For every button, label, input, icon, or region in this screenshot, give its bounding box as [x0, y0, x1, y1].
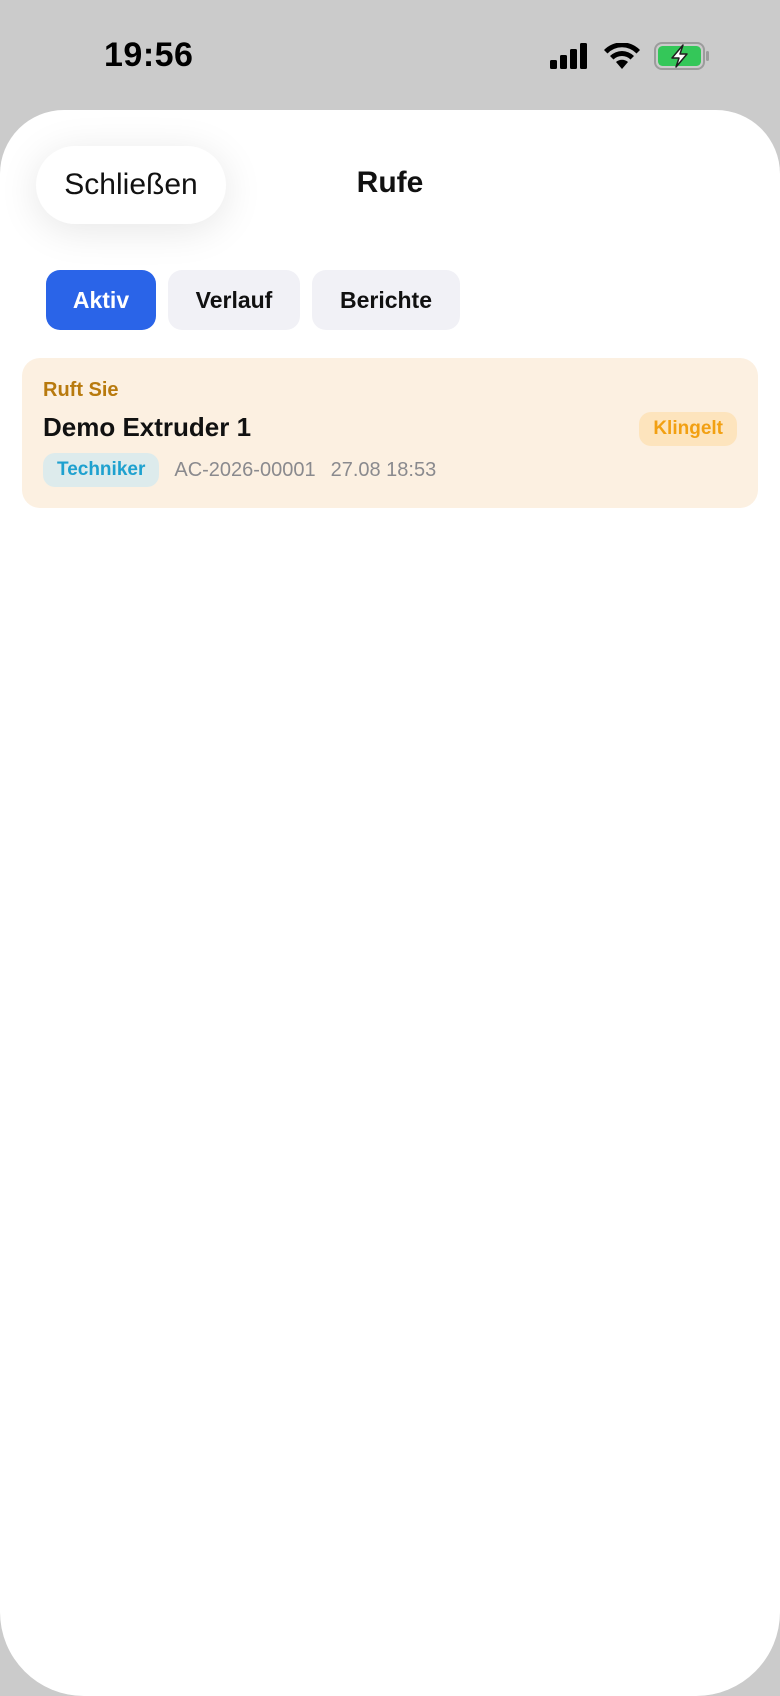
call-timestamp: 27.08 18:53 — [330, 458, 437, 481]
status-icons — [550, 42, 710, 70]
status-bar: 19:56 — [0, 0, 780, 110]
screen: 19:56 Schließen Rufe Aktiv Verlauf Beric… — [0, 0, 780, 1696]
status-badge: Klingelt — [639, 412, 737, 446]
tab-verlauf[interactable]: Verlauf — [168, 270, 300, 330]
tab-berichte[interactable]: Berichte — [312, 270, 460, 330]
call-id: AC-2026-00001 — [174, 458, 316, 481]
call-direction-label: Ruft Sie — [43, 379, 119, 401]
cellular-signal-icon — [550, 43, 590, 69]
wifi-icon — [604, 43, 640, 69]
tab-aktiv[interactable]: Aktiv — [46, 270, 156, 330]
status-time: 19:56 — [104, 36, 194, 74]
calls-sheet: Schließen Rufe Aktiv Verlauf Berichte Ru… — [0, 110, 780, 1696]
call-list: Ruft Sie Demo Extruder 1 Klingelt Techni… — [22, 358, 758, 508]
sheet-title: Rufe — [356, 166, 424, 199]
call-card[interactable]: Ruft Sie Demo Extruder 1 Klingelt Techni… — [22, 358, 758, 508]
tab-bar: Aktiv Verlauf Berichte — [46, 270, 460, 330]
battery-charging-icon — [654, 42, 710, 70]
call-meta: Techniker AC-2026-00001 27.08 18:53 — [43, 453, 436, 487]
role-badge: Techniker — [43, 453, 160, 487]
caller-name: Demo Extruder 1 — [43, 412, 252, 442]
